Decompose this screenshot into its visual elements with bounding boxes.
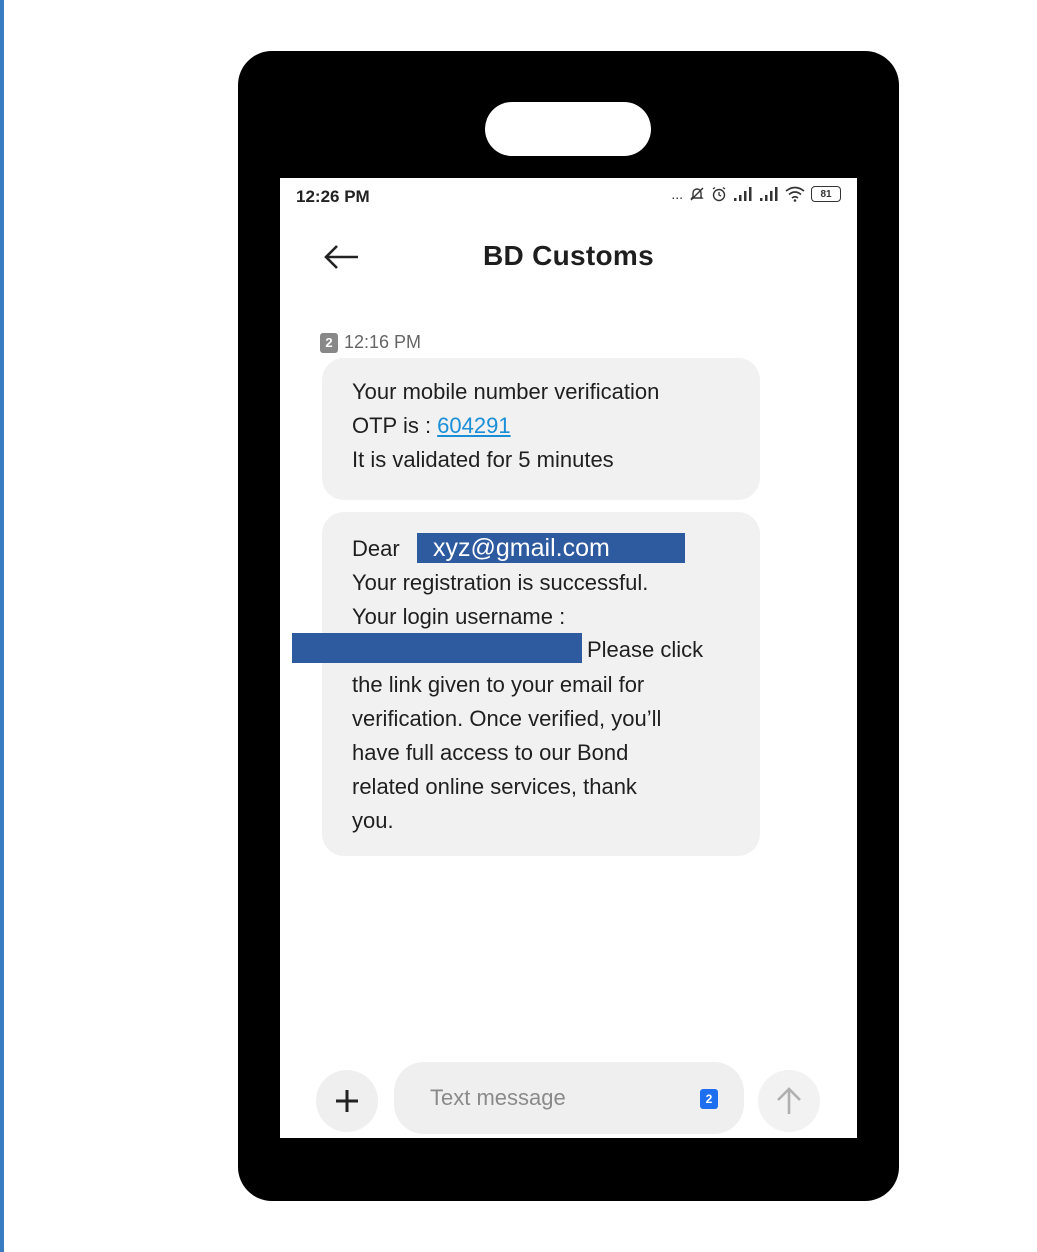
conversation-title: BD Customs	[482, 240, 654, 271]
otp-prefix: OTP is :	[352, 413, 438, 438]
wifi-icon	[785, 186, 805, 202]
message-composer: Text message 2	[280, 1058, 857, 1138]
add-attachment-button[interactable]	[316, 1070, 378, 1132]
reg-please-click: Please click	[587, 637, 704, 662]
otp-line-1: Your mobile number verification	[352, 379, 660, 404]
otp-line-3: It is validated for 5 minutes	[352, 447, 614, 472]
reg-line-2: Your registration is successful.	[352, 570, 649, 595]
reg-line-5: the link given to your email for	[352, 672, 645, 697]
more-dots-icon: ...	[671, 186, 683, 202]
reg-line-3: Your login username :	[352, 604, 566, 629]
mute-icon	[690, 187, 704, 201]
page-border	[0, 0, 4, 1252]
phone-screen: 12:26 PM ... 81 BD Customs 2 12:16 PM Yo…	[280, 178, 857, 1138]
status-time: 12:26 PM	[296, 187, 370, 206]
otp-line-2: OTP is : 604291	[352, 409, 730, 443]
message-meta: 2 12:16 PM	[320, 332, 421, 353]
otp-code-link[interactable]: 604291	[437, 413, 510, 438]
sim-select-button[interactable]: 2	[700, 1089, 718, 1109]
signal-2-icon	[760, 187, 778, 201]
reg-line-8: related online services, thank	[352, 774, 637, 799]
reg-line-6: verification. Once verified, you’ll	[352, 706, 662, 731]
status-icons: ... 81	[671, 186, 841, 202]
reg-line-7: have full access to our Bond	[352, 740, 629, 765]
signal-1-icon	[734, 187, 752, 201]
sim-badge-icon: 2	[320, 332, 338, 353]
registration-message-bubble[interactable]: Dear Your registration is successful. Yo…	[322, 512, 760, 856]
phone-notch	[485, 102, 651, 156]
text-message-input[interactable]: Text message	[394, 1062, 744, 1134]
reg-line-9: you.	[352, 808, 394, 833]
redacted-email-overlay: xyz@gmail.com	[417, 533, 685, 563]
otp-message-bubble[interactable]: Your mobile number verification OTP is :…	[322, 358, 760, 500]
plus-icon	[336, 1090, 358, 1112]
message-timestamp: 12:16 PM	[344, 332, 422, 352]
battery-icon: 81	[811, 186, 841, 202]
alarm-icon	[712, 186, 726, 202]
send-arrow-icon	[777, 1087, 801, 1114]
redacted-username-overlay	[292, 633, 582, 663]
send-button[interactable]	[758, 1070, 820, 1132]
